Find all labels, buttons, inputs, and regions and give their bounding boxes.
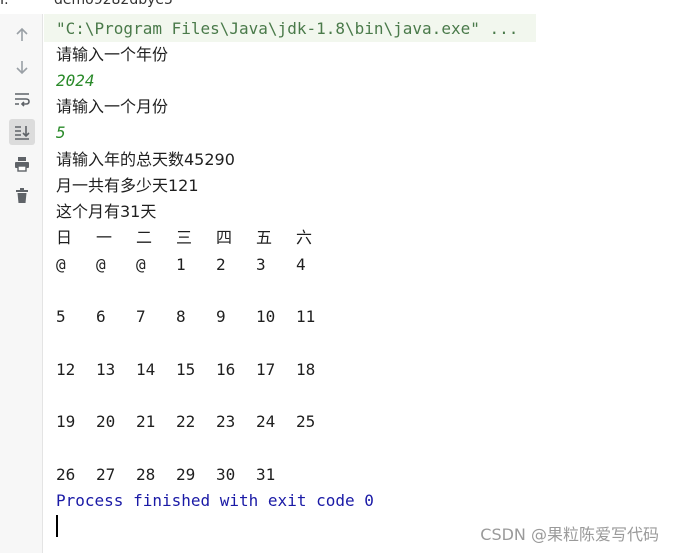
calendar-cell: 28 — [136, 465, 156, 484]
calendar-cell: 31 — [256, 465, 276, 484]
prompt-month: 请输入一个月份 — [56, 97, 169, 116]
trash-icon[interactable] — [9, 183, 35, 209]
calendar-cell: 30 — [216, 465, 236, 484]
calendar-cell: 12 — [56, 360, 76, 379]
title-strip: I. demo9282dbye5 — [0, 0, 673, 14]
weekday-label: 六 — [296, 228, 313, 247]
calendar-cell: 9 — [216, 307, 226, 326]
calendar-cell: 29 — [176, 465, 196, 484]
calendar-cell: 23 — [216, 412, 236, 431]
calendar-cell: 26 — [56, 465, 76, 484]
calendar-weekday-header: 日 一 二 三 四 五 六 — [56, 225, 356, 251]
calendar-cell: 5 — [56, 307, 66, 326]
prompt-year: 请输入一个年份 — [56, 45, 169, 64]
calendar-cell: 18 — [296, 360, 316, 379]
weekday-label: 日 — [56, 228, 73, 247]
weekday-label: 四 — [216, 228, 233, 247]
calendar-cell: 21 — [136, 412, 156, 431]
calendar-cell: 3 — [256, 255, 266, 274]
header-fragment: I. — [0, 0, 9, 8]
month-total-line: 月一共有多少天121 — [56, 176, 199, 195]
calendar-cell: 14 — [136, 360, 156, 379]
calendar-cell: 20 — [96, 412, 116, 431]
calendar-cell: 27 — [96, 465, 116, 484]
calendar-cell: 13 — [96, 360, 116, 379]
input-year: 2024 — [56, 71, 95, 90]
weekday-label: 五 — [256, 228, 273, 247]
calendar-cell: 19 — [56, 412, 76, 431]
watermark: CSDN @果粒陈爱写代码 — [480, 525, 659, 544]
calendar-cell: 22 — [176, 412, 196, 431]
down-arrow-icon[interactable] — [9, 54, 35, 80]
calendar-cell: 6 — [96, 307, 106, 326]
total-days-line: 请输入年的总天数45290 — [56, 150, 235, 169]
calendar-cell: @ — [136, 255, 146, 274]
calendar-week-row: @ @ @ 1 2 3 4 — [56, 252, 356, 278]
calendar-cell: 4 — [296, 255, 306, 274]
up-arrow-icon[interactable] — [9, 22, 35, 48]
calendar-cell: 16 — [216, 360, 236, 379]
weekday-label: 一 — [96, 228, 113, 247]
print-icon[interactable] — [9, 151, 35, 177]
scroll-to-end-icon[interactable] — [9, 119, 35, 145]
calendar-cell: 2 — [216, 255, 226, 274]
calendar-cell: 25 — [296, 412, 316, 431]
calendar-cell: 15 — [176, 360, 196, 379]
calendar-week-row: 12 13 14 15 16 17 18 — [56, 357, 356, 383]
calendar-cell: @ — [56, 255, 66, 274]
days-in-month-line: 这个月有31天 — [56, 202, 157, 221]
process-exit-message: Process finished with exit code 0 — [56, 491, 374, 510]
calendar-cell: @ — [96, 255, 106, 274]
run-tab-label: demo9282dbye5 — [54, 0, 173, 8]
weekday-label: 二 — [136, 228, 153, 247]
calendar-cell: 1 — [176, 255, 186, 274]
text-cursor — [56, 515, 58, 537]
calendar-week-row: 26 27 28 29 30 31 — [56, 462, 356, 488]
soft-wrap-icon[interactable] — [9, 86, 35, 112]
calendar-week-row: 5 6 7 8 9 10 11 — [56, 304, 356, 330]
calendar-cell: 7 — [136, 307, 146, 326]
calendar-cell: 17 — [256, 360, 276, 379]
console-toolbar — [0, 14, 43, 553]
calendar-cell: 24 — [256, 412, 276, 431]
calendar-cell: 11 — [296, 307, 316, 326]
calendar-cell: 10 — [256, 307, 276, 326]
calendar-cell: 8 — [176, 307, 186, 326]
input-month: 5 — [56, 123, 66, 142]
calendar-week-row: 19 20 21 22 23 24 25 — [56, 409, 356, 435]
command-line[interactable]: "C:\Program Files\Java\jdk-1.8\bin\java.… — [56, 16, 518, 42]
run-tab-title[interactable]: demo9282dbye5 — [34, 0, 173, 8]
weekday-label: 三 — [176, 228, 193, 247]
